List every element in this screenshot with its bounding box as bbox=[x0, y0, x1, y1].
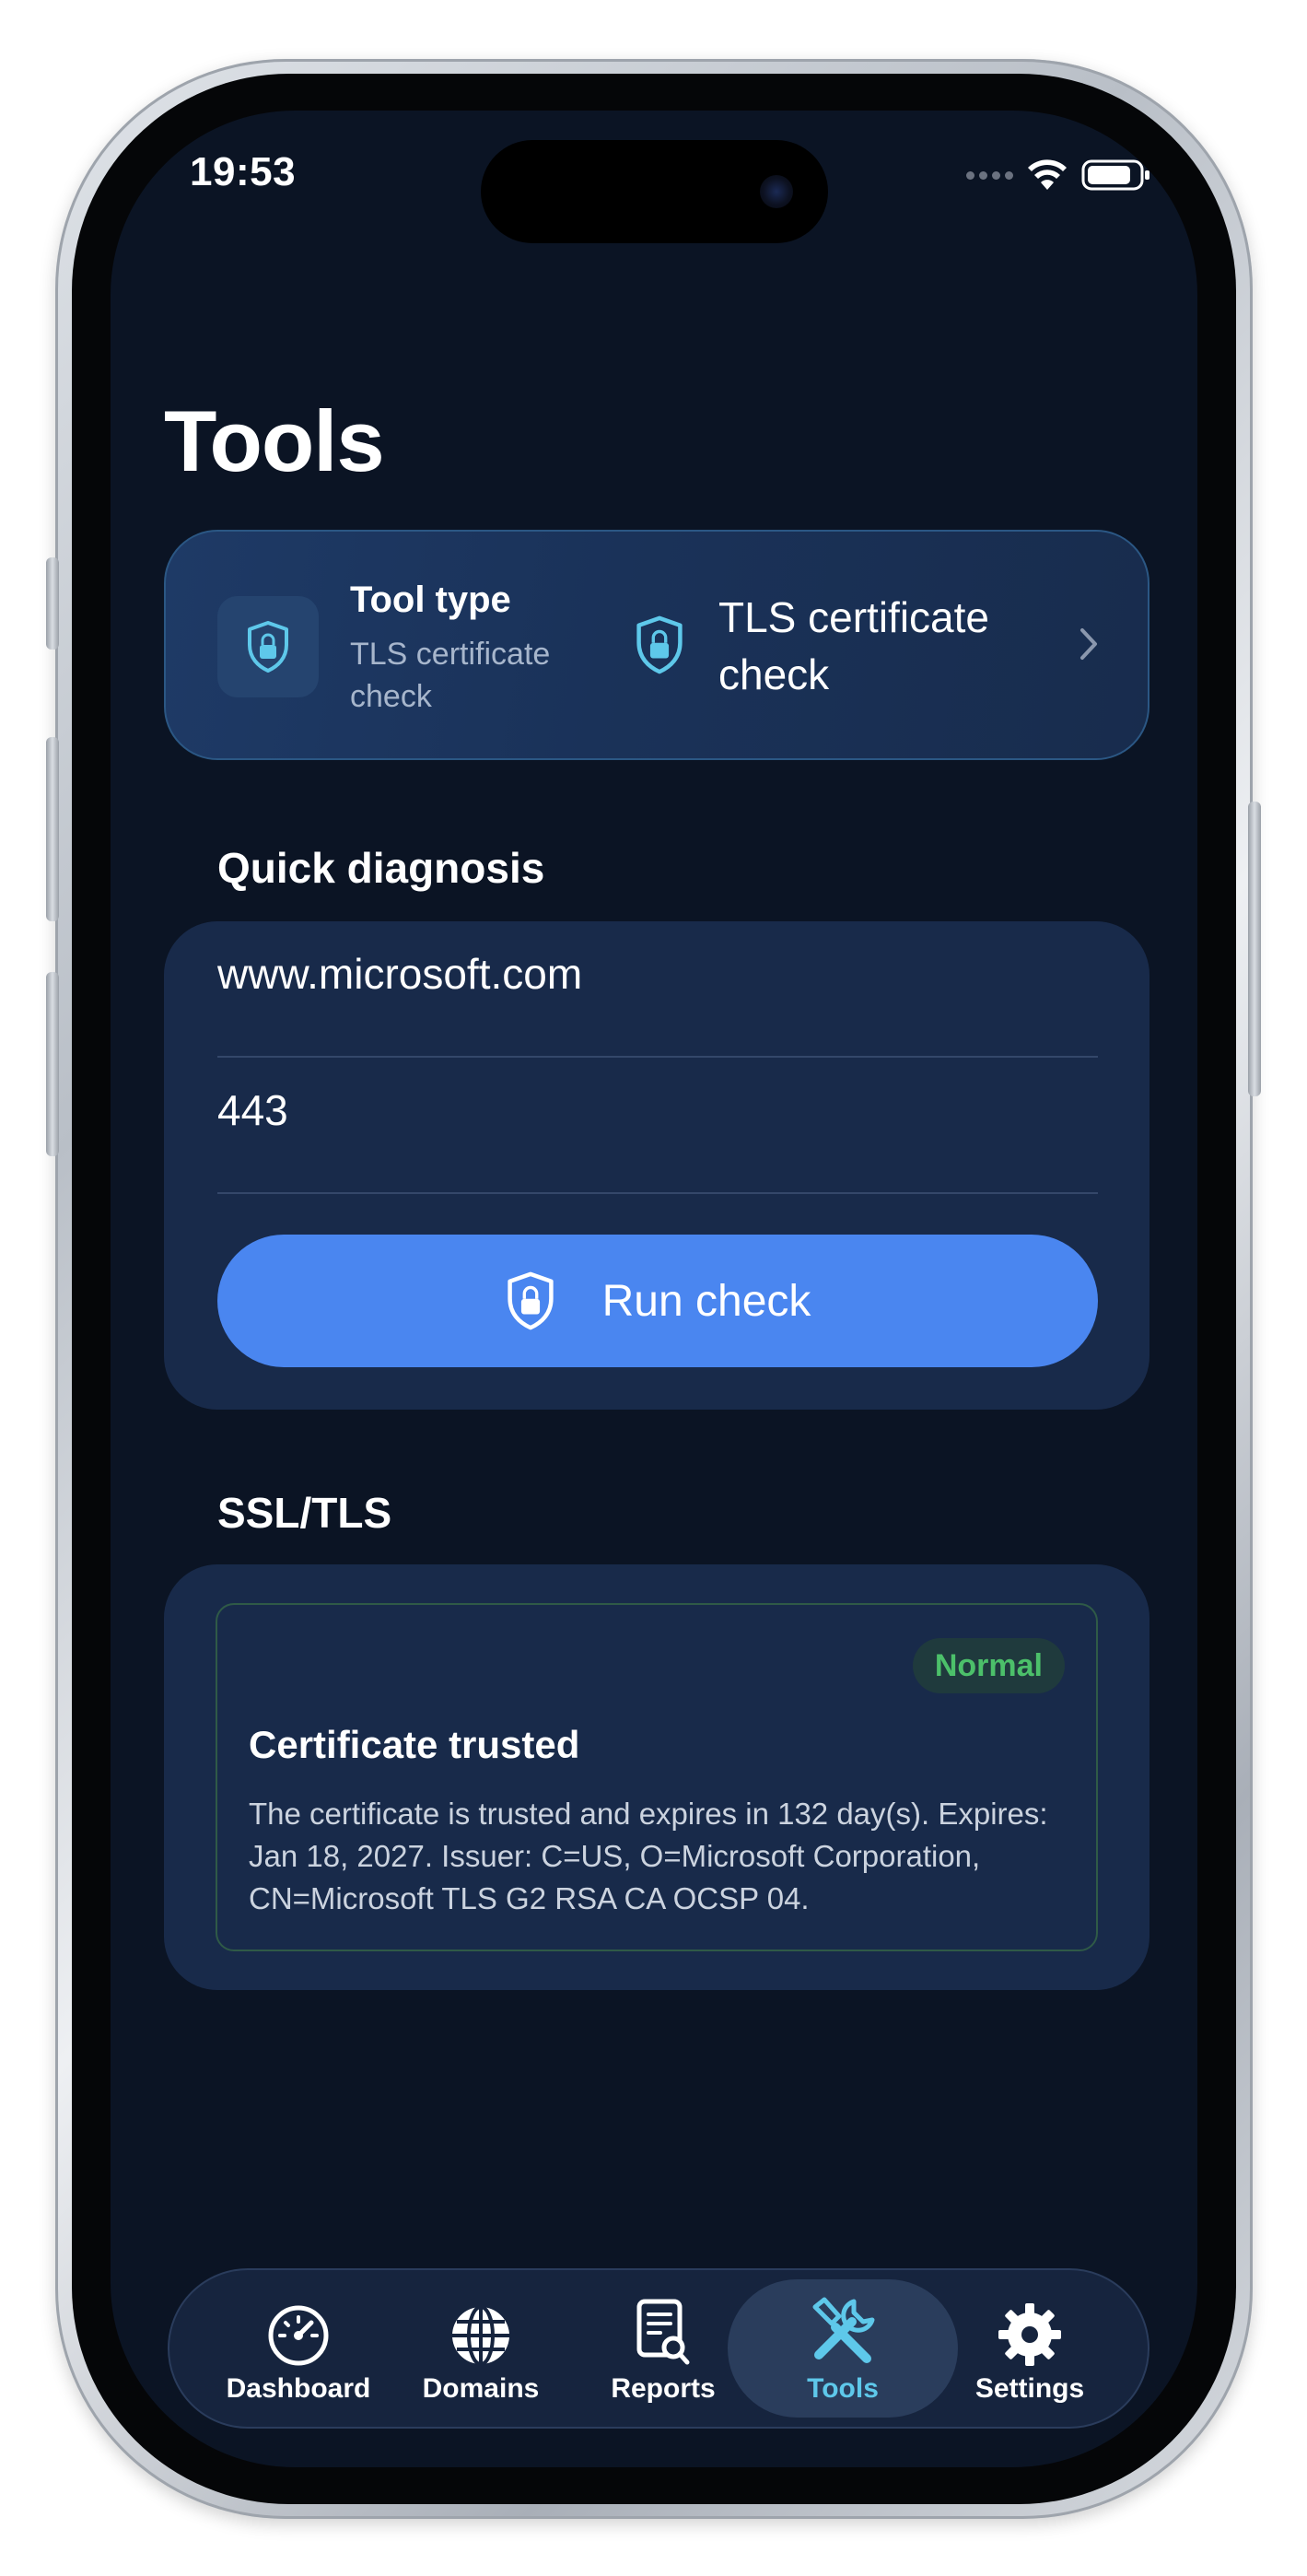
document-search-icon bbox=[636, 2299, 690, 2365]
wifi-icon bbox=[1028, 159, 1067, 190]
ssl-tls-title: SSL/TLS bbox=[217, 1489, 392, 1537]
cellular-signal-icon bbox=[966, 170, 1013, 180]
tool-type-selector[interactable]: Tool type TLS certificate check TLS cert… bbox=[164, 530, 1149, 760]
screen: 19:53 Tools Tool type TLS certificate ch… bbox=[111, 111, 1197, 2467]
shield-lock-icon bbox=[636, 615, 683, 674]
tool-type-value: TLS certificate check bbox=[718, 593, 989, 698]
tab-settings[interactable]: Settings bbox=[938, 2279, 1122, 2418]
action-button-hardware bbox=[46, 557, 59, 650]
tab-label-tools: Tools bbox=[807, 2373, 879, 2404]
gear-icon bbox=[998, 2303, 1061, 2366]
tab-domains[interactable]: Domains bbox=[389, 2279, 573, 2418]
ssl-tls-card: Normal Certificate trusted The certifica… bbox=[164, 1564, 1149, 1990]
tab-label-dashboard: Dashboard bbox=[226, 2373, 371, 2404]
shield-lock-icon bbox=[507, 1271, 554, 1330]
tab-label-domains: Domains bbox=[422, 2373, 540, 2404]
globe-icon bbox=[452, 2305, 509, 2366]
chevron-right-icon bbox=[1080, 628, 1097, 660]
result-description: The certificate is trusted and expires i… bbox=[249, 1797, 1048, 1915]
tab-tools[interactable]: Tools bbox=[728, 2279, 958, 2418]
port-input[interactable] bbox=[217, 1085, 1098, 1135]
page-title: Tools bbox=[164, 392, 385, 489]
tab-dashboard[interactable]: Dashboard bbox=[206, 2279, 391, 2418]
quick-diagnosis-card: Run check bbox=[164, 921, 1149, 1410]
tool-type-label: Tool type bbox=[350, 580, 511, 620]
host-input[interactable] bbox=[217, 949, 1098, 999]
tab-label-settings: Settings bbox=[974, 2373, 1085, 2404]
quick-diagnosis-title: Quick diagnosis bbox=[217, 844, 545, 892]
status-badge: Normal bbox=[912, 1638, 1065, 1693]
certificate-result: Normal Certificate trusted The certifica… bbox=[216, 1603, 1098, 1951]
shield-lock-icon bbox=[248, 621, 288, 673]
result-title: Certificate trusted bbox=[249, 1723, 580, 1766]
volume-up-hardware bbox=[46, 737, 59, 921]
port-field bbox=[217, 1058, 1098, 1194]
dynamic-island bbox=[481, 140, 828, 243]
status-icons bbox=[966, 158, 1151, 192]
tool-type-icon-box bbox=[217, 596, 319, 697]
tab-label-reports: Reports bbox=[611, 2373, 716, 2404]
run-check-button[interactable]: Run check bbox=[217, 1235, 1098, 1367]
tools-icon bbox=[812, 2297, 875, 2363]
tool-type-subtitle: TLS certificate check bbox=[350, 637, 551, 714]
speedometer-icon bbox=[268, 2305, 329, 2366]
front-camera bbox=[760, 175, 793, 208]
power-button-hardware bbox=[1248, 802, 1261, 1096]
host-field bbox=[217, 921, 1098, 1058]
tab-bar: Dashboard Domains Reports Tools Settings bbox=[168, 2268, 1149, 2429]
volume-down-hardware bbox=[46, 972, 59, 1156]
run-check-label: Run check bbox=[601, 1276, 811, 1326]
battery-icon bbox=[1081, 159, 1149, 191]
status-time: 19:53 bbox=[190, 149, 297, 194]
